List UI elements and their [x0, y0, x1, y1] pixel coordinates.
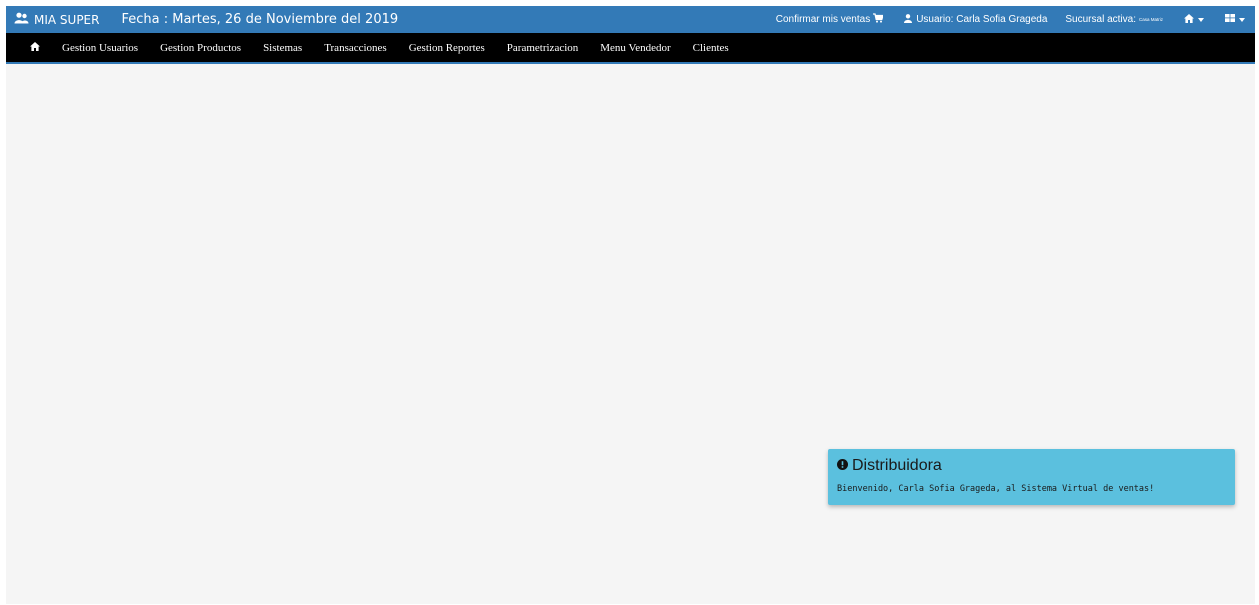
- chevron-down-icon: [1239, 17, 1245, 22]
- nav-parametrizacion[interactable]: Parametrizacion: [507, 42, 578, 54]
- home-dropdown[interactable]: [1181, 13, 1204, 26]
- notification-message: Bienvenido, Carla Sofia Grageda, al Sist…: [837, 484, 1155, 494]
- user-name: Usuario: Carla Sofia Grageda: [916, 14, 1048, 25]
- nav-gestion-usuarios[interactable]: Gestion Usuarios: [62, 42, 138, 54]
- nav-gestion-reportes[interactable]: Gestion Reportes: [409, 42, 485, 54]
- grid-dropdown[interactable]: [1222, 14, 1245, 25]
- nav-clientes[interactable]: Clientes: [693, 42, 729, 54]
- confirm-sales-label: Confirmar mis ventas: [775, 14, 871, 25]
- grid-icon: [1222, 14, 1235, 25]
- top-header: MIA SUPER Fecha : Martes, 26 de Noviembr…: [6, 6, 1255, 33]
- nav-transacciones[interactable]: Transacciones: [324, 42, 387, 54]
- home-icon: [1181, 13, 1194, 26]
- home-icon: [30, 41, 40, 54]
- brand-name: MIA SUPER: [34, 12, 100, 27]
- nav-home[interactable]: [30, 41, 40, 54]
- chevron-down-icon: [1198, 17, 1204, 22]
- cart-icon: [870, 13, 885, 26]
- brand[interactable]: MIA SUPER: [14, 12, 99, 27]
- user-menu[interactable]: Usuario: Carla Sofia Grageda: [901, 13, 1048, 26]
- branch-selector[interactable]: Sucursal activa: Casa Matriz: [1065, 14, 1163, 25]
- app-page: MIA SUPER Fecha : Martes, 26 de Noviembr…: [6, 6, 1255, 604]
- nav-menu-vendedor[interactable]: Menu Vendedor: [600, 42, 670, 54]
- confirm-sales-link[interactable]: Confirmar mis ventas: [775, 13, 885, 26]
- notification-title: Distribuidora: [852, 457, 942, 474]
- branch-value: Casa Matriz: [1138, 17, 1163, 22]
- user-icon: [901, 13, 913, 26]
- welcome-notification[interactable]: Distribuidora Bienvenido, Carla Sofia Gr…: [828, 449, 1235, 505]
- users-icon: [14, 12, 34, 27]
- notification-header: Distribuidora: [837, 457, 942, 475]
- nav-divider: [6, 62, 1255, 64]
- info-circle-icon: [837, 457, 852, 475]
- nav-sistemas[interactable]: Sistemas: [263, 42, 302, 54]
- main-nav: Gestion Usuarios Gestion Productos Siste…: [6, 33, 1255, 62]
- top-right-menu: Confirmar mis ventas Usuario: Carla Sofi…: [776, 13, 1255, 26]
- branch-label: Sucursal activa:: [1065, 14, 1136, 25]
- nav-gestion-productos[interactable]: Gestion Productos: [160, 42, 241, 54]
- current-date: Fecha : Martes, 26 de Noviembre del 2019: [121, 12, 399, 27]
